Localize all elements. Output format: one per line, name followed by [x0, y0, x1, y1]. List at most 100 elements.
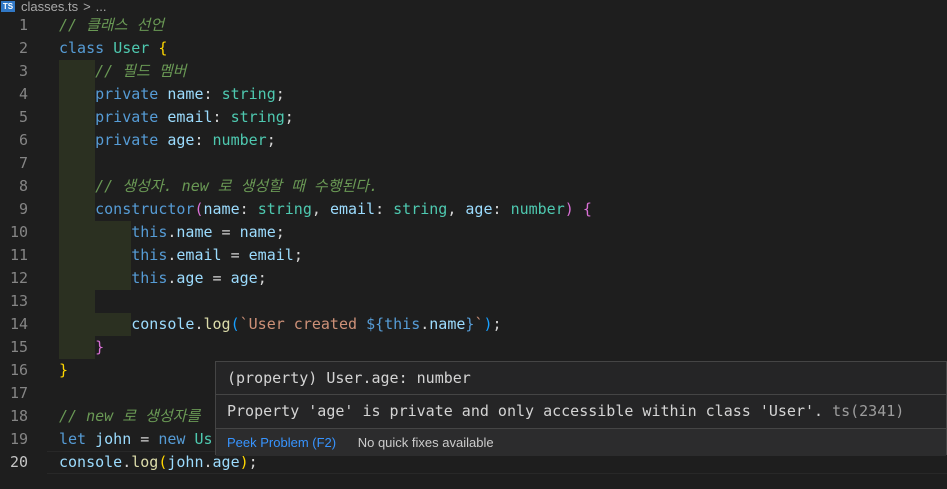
code-line[interactable]: 4 private name: string; — [0, 83, 947, 106]
code-token: private — [95, 131, 159, 149]
line-number: 12 — [9, 269, 28, 287]
code-token: john — [167, 453, 204, 471]
line-number: 16 — [9, 361, 28, 379]
code-text: constructor(name: string, email: string,… — [59, 198, 592, 221]
code-token: } — [59, 361, 69, 379]
line-number: 3 — [18, 62, 28, 80]
code-token: ; — [266, 131, 276, 149]
code-token: = — [131, 430, 159, 448]
code-token: . — [122, 453, 132, 471]
code-text: } — [59, 336, 104, 359]
code-line[interactable]: 12 this.age = age; — [0, 267, 947, 290]
code-text: // 생성자. new 로 생성할 때 수행된다. — [59, 175, 378, 198]
code-token: ${ — [366, 315, 385, 333]
indent-guide — [59, 290, 95, 313]
code-token: . — [203, 453, 213, 471]
code-token: Us — [194, 430, 213, 448]
code-text: this.name = name; — [59, 221, 285, 244]
error-code[interactable]: ts(2341) — [832, 402, 904, 420]
code-token: email — [248, 246, 294, 264]
code-token: ; — [275, 85, 285, 103]
code-token: ( — [194, 200, 204, 218]
code-line[interactable]: 10 this.name = name; — [0, 221, 947, 244]
code-line[interactable]: 3 // 필드 멤버 — [0, 60, 947, 83]
code-text: private age: number; — [59, 129, 276, 152]
breadcrumb-file[interactable]: classes.ts — [21, 0, 78, 14]
code-token: email — [167, 108, 213, 126]
line-number: 14 — [9, 315, 28, 333]
code-token: console — [131, 315, 195, 333]
code-token: `User created — [239, 315, 367, 333]
line-number: 5 — [18, 108, 28, 126]
code-line[interactable]: 2 class User { — [0, 37, 947, 60]
code-text: private email: string; — [59, 106, 294, 129]
code-line[interactable]: 8 // 생성자. new 로 생성할 때 수행된다. — [0, 175, 947, 198]
code-text: // 클래스 선언 — [59, 14, 164, 37]
code-token: string — [230, 108, 285, 126]
line-number: 13 — [9, 292, 28, 310]
breadcrumb: TS classes.ts >... — [0, 0, 947, 14]
code-token: name — [176, 223, 213, 241]
line-number: 4 — [18, 85, 28, 103]
hover-error-message: Property 'age' is private and only acces… — [216, 395, 946, 428]
code-line[interactable]: 9 constructor(name: string, email: strin… — [0, 198, 947, 221]
code-text: this.age = age; — [59, 267, 266, 290]
code-token: private — [95, 108, 159, 126]
line-number: 7 — [18, 154, 28, 172]
code-token: { — [158, 39, 168, 57]
code-line[interactable]: 5 private email: string; — [0, 106, 947, 129]
code-line[interactable]: 6 private age: number; — [0, 129, 947, 152]
code-token: // 필드 멤버 — [95, 62, 187, 80]
code-text: // 필드 멤버 — [59, 60, 186, 83]
code-token: string — [257, 200, 312, 218]
line-number: 17 — [9, 384, 28, 402]
line-number: 2 — [18, 39, 28, 57]
code-token: console — [59, 453, 123, 471]
code-token: // 생성자. new 로 생성할 때 수행된다. — [95, 177, 379, 195]
code-text: } — [59, 359, 68, 382]
code-token: age — [167, 131, 195, 149]
code-token: constructor — [95, 200, 195, 218]
code-token: string — [221, 85, 276, 103]
code-line[interactable]: 1 // 클래스 선언 — [0, 14, 947, 37]
code-token: = — [221, 246, 249, 264]
line-number: 19 — [9, 430, 28, 448]
code-token: . — [420, 315, 430, 333]
breadcrumb-more[interactable]: ... — [96, 0, 107, 14]
hover-widget: (property) User.age: number Property 'ag… — [215, 361, 947, 456]
code-token: age — [465, 200, 493, 218]
line-number: 9 — [18, 200, 28, 218]
code-token: , — [447, 200, 466, 218]
code-token: log — [131, 453, 159, 471]
code-token: { — [582, 200, 592, 218]
code-line[interactable]: 11 this.email = email; — [0, 244, 947, 267]
peek-problem-link[interactable]: Peek Problem (F2) — [227, 435, 336, 450]
code-token: : — [239, 200, 258, 218]
code-line[interactable]: 15 } — [0, 336, 947, 359]
code-text: console.log(`User created ${this.name}`)… — [59, 313, 501, 336]
code-token: : — [212, 108, 231, 126]
code-text: let john = new Us — [59, 428, 213, 451]
code-token: User — [113, 39, 150, 57]
code-line[interactable]: 13 — [0, 290, 947, 313]
code-token: // new 로 생성자를 — [59, 407, 201, 425]
code-token: this — [131, 269, 168, 287]
code-token: name — [167, 85, 204, 103]
code-token: : — [492, 200, 511, 218]
code-line[interactable]: 7 — [0, 152, 947, 175]
code-line[interactable]: 14 console.log(`User created ${this.name… — [0, 313, 947, 336]
code-token: ; — [275, 223, 285, 241]
